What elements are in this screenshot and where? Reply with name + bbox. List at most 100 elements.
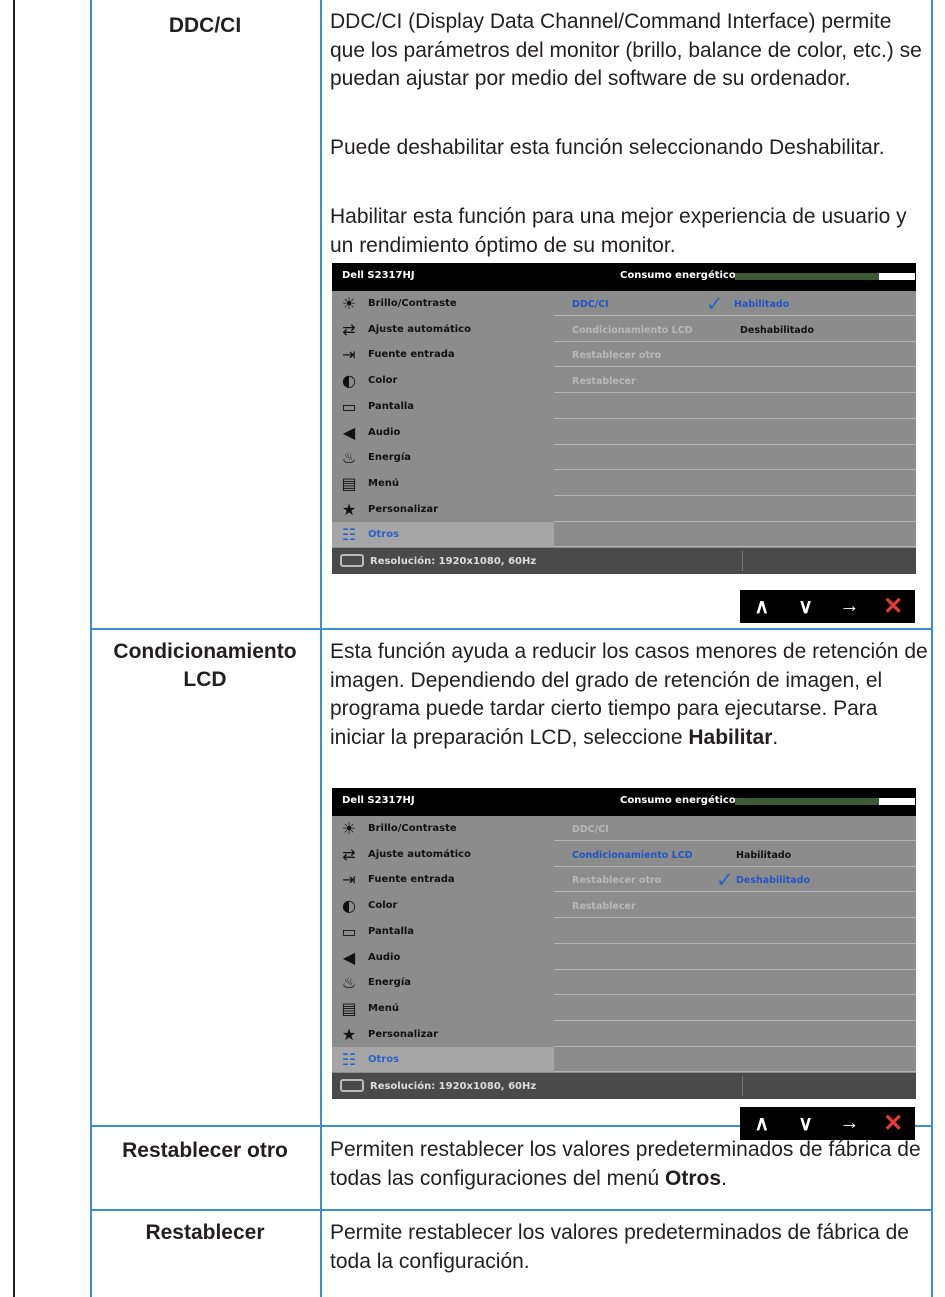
osd-menu-item-star[interactable]: ★ Personalizar (332, 497, 554, 522)
osd-menu-item-display[interactable]: ▭ Pantalla (332, 919, 554, 944)
row-label-line: LCD (183, 668, 227, 691)
osd-menu-item-label: Otros (368, 1054, 400, 1066)
osd-header: Dell S2317HJ Consumo energético (332, 263, 916, 291)
osd-option-label: Restablecer (572, 376, 636, 388)
osd-menu-item-label: Audio (368, 426, 401, 438)
reset-paragraph: Permite restablecer los valores predeter… (330, 1221, 909, 1273)
osd-menu-item-input-source[interactable]: ⇥ Fuente entrada (332, 342, 554, 367)
down-arrow-button[interactable]: ∨ (791, 1111, 821, 1136)
up-arrow-button[interactable]: ∧ (747, 1111, 777, 1136)
osd-menu-item-label: Fuente entrada (368, 349, 455, 361)
down-arrow-button[interactable]: ∨ (791, 594, 821, 619)
osd-menu-item-audio[interactable]: ◀ Audio (332, 945, 554, 970)
osd-menu-item-color[interactable]: ◐ Color (332, 368, 554, 393)
display-icon: ▭ (341, 396, 357, 416)
osd-menu-item-audio[interactable]: ◀ Audio (332, 420, 554, 445)
osd-menu-item-label: Color (368, 900, 398, 912)
osd-menu-item-label: Pantalla (368, 925, 415, 937)
osd-submenu: DDC/CI Condicionamiento LCD Habilitado Rest… (554, 816, 916, 1073)
auto-adjust-icon: ⇄ (342, 844, 356, 864)
osd-menu-item-label: Audio (368, 951, 401, 963)
osd-menu-ddcci: Dell S2317HJ Consumo energético ☀ Brillo… (332, 263, 916, 574)
column-divider-2 (320, 0, 322, 1297)
osd-submenu-row[interactable]: Restablecer (554, 893, 916, 919)
vga-connector-icon (340, 554, 364, 567)
osd-submenu-row[interactable]: DDC/CI ✓ Habilitado (554, 291, 916, 316)
star-icon: ★ (341, 1024, 357, 1044)
osd-submenu: DDC/CI ✓ Habilitado Condicionamiento LCD Des… (554, 291, 916, 548)
osd-menu-item-label: Ajuste automático (368, 323, 471, 335)
osd-model-title: Dell S2317HJ (342, 795, 415, 806)
paragraph-text: . (772, 725, 779, 749)
row-divider (90, 1209, 933, 1211)
row-label-line: Condicionamiento (113, 640, 297, 663)
others-icon: ☷ (341, 1050, 357, 1070)
osd-menu-item-brightness[interactable]: ☀ Brillo/Contraste (332, 816, 554, 841)
osd-menu-item-color[interactable]: ◐ Color (332, 893, 554, 918)
osd-submenu-row (554, 945, 916, 970)
osd-menu-item-energy[interactable]: ♨ Energía (332, 970, 554, 995)
osd-submenu-row[interactable]: Condicionamiento LCD Habilitado (554, 842, 916, 867)
osd-option-value: Habilitado (734, 299, 790, 310)
osd-option-label: Restablecer otro (572, 350, 662, 362)
color-icon: ◐ (342, 896, 356, 916)
color-icon: ◐ (342, 371, 356, 391)
energy-meter (735, 273, 915, 280)
osd-menu-item-label: Energía (368, 452, 411, 464)
others-icon: ☷ (341, 525, 357, 545)
osd-option-label: Condicionamiento LCD (572, 849, 693, 861)
osd-option-label: DDC/CI (572, 824, 609, 835)
input-source-icon: ⇥ (342, 345, 356, 365)
audio-icon: ◀ (342, 947, 356, 967)
osd-menu-item-label: Menú (368, 1002, 399, 1014)
osd-option-label: Restablecer otro (572, 875, 662, 887)
osd-option-label: Restablecer (572, 901, 636, 913)
osd-menu-item-menu[interactable]: ▤ Menú (332, 996, 554, 1021)
lcd-conditioning-paragraph: Esta función ayuda a reducir los casos m… (330, 638, 930, 752)
up-arrow-button[interactable]: ∧ (747, 594, 777, 619)
osd-submenu-row[interactable]: Restablecer (554, 368, 916, 394)
row-label-lcd-conditioning: Condicionamiento LCD (92, 638, 318, 694)
brightness-icon: ☀ (341, 294, 357, 313)
osd-menu-item-label: Personalizar (368, 1028, 439, 1040)
row-label-ddcci: DDC/CI (168, 14, 242, 37)
checkmark-icon: ✓ (706, 292, 724, 316)
row-divider (90, 628, 933, 630)
osd-menu-item-others[interactable]: ☷ Otros (332, 1047, 554, 1073)
osd-nav-buttons: ∧ ∨ → ✕ (740, 590, 915, 623)
osd-menu-item-label: Otros (368, 529, 400, 541)
osd-resolution: Resolución: 1920x1080, 60Hz (370, 1081, 537, 1092)
osd-submenu-row[interactable]: DDC/CI (554, 816, 916, 841)
osd-menu-item-auto-adjust[interactable]: ⇄ Ajuste automático (332, 842, 554, 867)
enter-arrow-button[interactable]: → (834, 595, 864, 618)
energy-icon: ♨ (341, 448, 357, 468)
osd-menu-item-energy[interactable]: ♨ Energía (332, 445, 554, 470)
enter-arrow-button[interactable]: → (834, 1112, 864, 1135)
osd-menu-item-others[interactable]: ☷ Otros (332, 522, 554, 548)
osd-submenu-row (554, 522, 916, 548)
osd-submenu-row (554, 445, 916, 471)
paragraph-emphasis: Otros (665, 1166, 722, 1190)
osd-menu-item-menu[interactable]: ▤ Menú (332, 471, 554, 496)
osd-submenu-row[interactable]: Restablecer otro (554, 342, 916, 368)
footer-divider (742, 1076, 743, 1096)
osd-footer: Resolución: 1920x1080, 60Hz (332, 548, 916, 574)
osd-energy-label: Consumo energético (620, 795, 736, 806)
osd-menu-item-brightness[interactable]: ☀ Brillo/Contraste (332, 291, 554, 316)
menu-icon: ▤ (341, 998, 357, 1018)
osd-footer: Resolución: 1920x1080, 60Hz (332, 1073, 916, 1099)
exit-button[interactable]: ✕ (878, 592, 908, 621)
footer-divider (742, 551, 743, 571)
exit-button[interactable]: ✕ (878, 1109, 908, 1138)
osd-model-title: Dell S2317HJ (342, 270, 415, 281)
osd-menu-item-display[interactable]: ▭ Pantalla (332, 394, 554, 419)
osd-menu-item-auto-adjust[interactable]: ⇄ Ajuste automático (332, 317, 554, 342)
osd-submenu-row[interactable]: Restablecer otro ✓ Deshabilitado (554, 867, 916, 893)
osd-submenu-row[interactable]: Condicionamiento LCD Deshabilitado (554, 317, 916, 342)
energy-icon: ♨ (341, 973, 357, 993)
osd-submenu-row (554, 1047, 916, 1073)
audio-icon: ◀ (342, 422, 356, 442)
osd-menu-item-input-source[interactable]: ⇥ Fuente entrada (332, 867, 554, 892)
osd-menu-item-star[interactable]: ★ Personalizar (332, 1022, 554, 1047)
right-outer-border (931, 0, 933, 1297)
